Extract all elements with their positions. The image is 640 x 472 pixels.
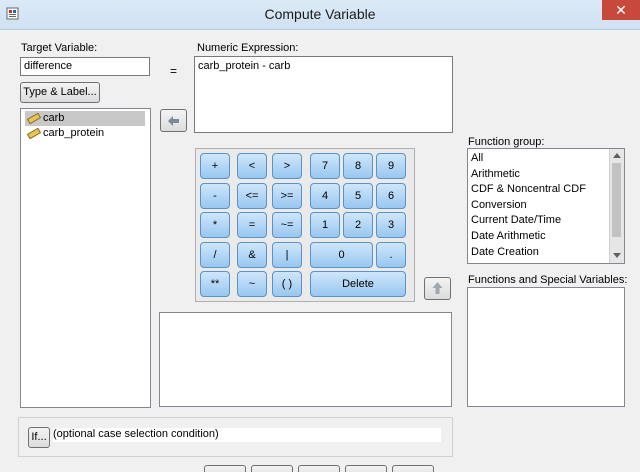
list-item[interactable]: CDF & Noncentral CDF <box>468 182 608 198</box>
arrow-left-icon <box>168 116 179 126</box>
type-label-button[interactable]: Type & Label... <box>20 82 100 103</box>
list-item[interactable]: Arithmetic <box>468 167 608 183</box>
key-multiply[interactable]: * <box>200 212 230 238</box>
help-button[interactable] <box>392 465 434 472</box>
cancel-button[interactable] <box>345 465 387 472</box>
key-5[interactable]: 5 <box>343 183 373 209</box>
key-not-equal[interactable]: ~= <box>272 212 302 238</box>
functions-special-list[interactable] <box>467 287 625 407</box>
key-2[interactable]: 2 <box>343 212 373 238</box>
key-decimal[interactable]: . <box>376 242 406 268</box>
window-title: Compute Variable <box>264 6 376 22</box>
list-item-carb[interactable]: carb <box>25 111 145 126</box>
title-bar: Compute Variable ✕ <box>0 0 640 30</box>
key-less-equal[interactable]: <= <box>237 183 267 209</box>
delete-button[interactable]: Delete <box>310 271 406 297</box>
key-3[interactable]: 3 <box>376 212 406 238</box>
variable-name: carb_protein <box>43 127 105 139</box>
key-and[interactable]: & <box>237 242 267 268</box>
key-plus[interactable]: + <box>200 153 230 179</box>
key-greater-than[interactable]: > <box>272 153 302 179</box>
scroll-down-icon[interactable] <box>612 252 622 259</box>
function-group-label: Function group: <box>468 136 545 148</box>
key-not[interactable]: ~ <box>237 271 267 297</box>
scale-variable-icon <box>27 128 41 139</box>
list-item[interactable]: Current Date/Time <box>468 213 608 229</box>
list-item[interactable]: Date Creation <box>468 245 608 261</box>
list-item[interactable]: Date Arithmetic <box>468 229 608 245</box>
if-button[interactable]: If... <box>28 427 50 448</box>
arrow-up-icon <box>432 282 443 294</box>
key-minus[interactable]: - <box>200 183 230 209</box>
ok-button[interactable] <box>204 465 246 472</box>
scroll-up-icon[interactable] <box>612 152 622 159</box>
if-condition-text: (optional case selection condition) <box>53 428 441 442</box>
list-item[interactable]: All <box>468 151 608 167</box>
vertical-scrollbar[interactable] <box>609 149 624 263</box>
key-divide[interactable]: / <box>200 242 230 268</box>
key-1[interactable]: 1 <box>310 212 340 238</box>
variable-name: carb <box>43 112 65 124</box>
key-7[interactable]: 7 <box>310 153 340 179</box>
key-6[interactable]: 6 <box>376 183 406 209</box>
list-item[interactable]: Conversion <box>468 198 608 214</box>
close-button[interactable]: ✕ <box>602 0 640 20</box>
function-description-box <box>159 312 452 407</box>
target-variable-label: Target Variable: <box>21 42 98 54</box>
function-group-list[interactable]: All Arithmetic CDF & Noncentral CDF Conv… <box>467 148 625 264</box>
target-variable-input[interactable]: difference <box>20 57 150 76</box>
move-to-expression-button[interactable] <box>160 109 187 132</box>
insert-function-button[interactable] <box>424 277 451 300</box>
scrollbar-thumb[interactable] <box>612 163 621 237</box>
key-4[interactable]: 4 <box>310 183 340 209</box>
functions-special-label: Functions and Special Variables: <box>468 274 628 286</box>
reset-button[interactable] <box>298 465 340 472</box>
key-power[interactable]: ** <box>200 271 230 297</box>
key-or[interactable]: | <box>272 242 302 268</box>
key-8[interactable]: 8 <box>343 153 373 179</box>
key-less-than[interactable]: < <box>237 153 267 179</box>
list-item-carb-protein[interactable]: carb_protein <box>25 126 145 141</box>
numeric-expression-label: Numeric Expression: <box>197 42 299 54</box>
key-0[interactable]: 0 <box>310 242 373 268</box>
paste-button[interactable] <box>251 465 293 472</box>
numeric-expression-input[interactable]: carb_protein - carb <box>194 56 453 133</box>
compute-variable-dialog: Compute Variable ✕ Target Variable: diff… <box>0 0 640 472</box>
key-9[interactable]: 9 <box>376 153 406 179</box>
key-greater-equal[interactable]: >= <box>272 183 302 209</box>
variable-list[interactable]: carb carb_protein <box>20 108 151 408</box>
key-parentheses[interactable]: ( ) <box>272 271 302 297</box>
equals-sign: = <box>170 64 178 78</box>
key-equal[interactable]: = <box>237 212 267 238</box>
scale-variable-icon <box>27 113 41 124</box>
